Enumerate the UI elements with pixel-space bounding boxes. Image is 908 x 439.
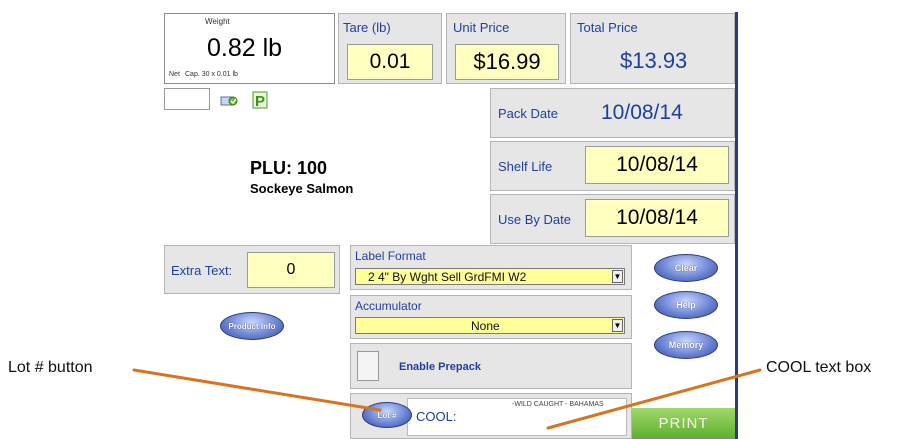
cool-callout-line	[546, 368, 762, 430]
cool-text-box-annotation: COOL text box	[766, 359, 872, 376]
lot-button-annotation: Lot # button	[8, 359, 93, 376]
lot-callout-line	[132, 368, 382, 412]
